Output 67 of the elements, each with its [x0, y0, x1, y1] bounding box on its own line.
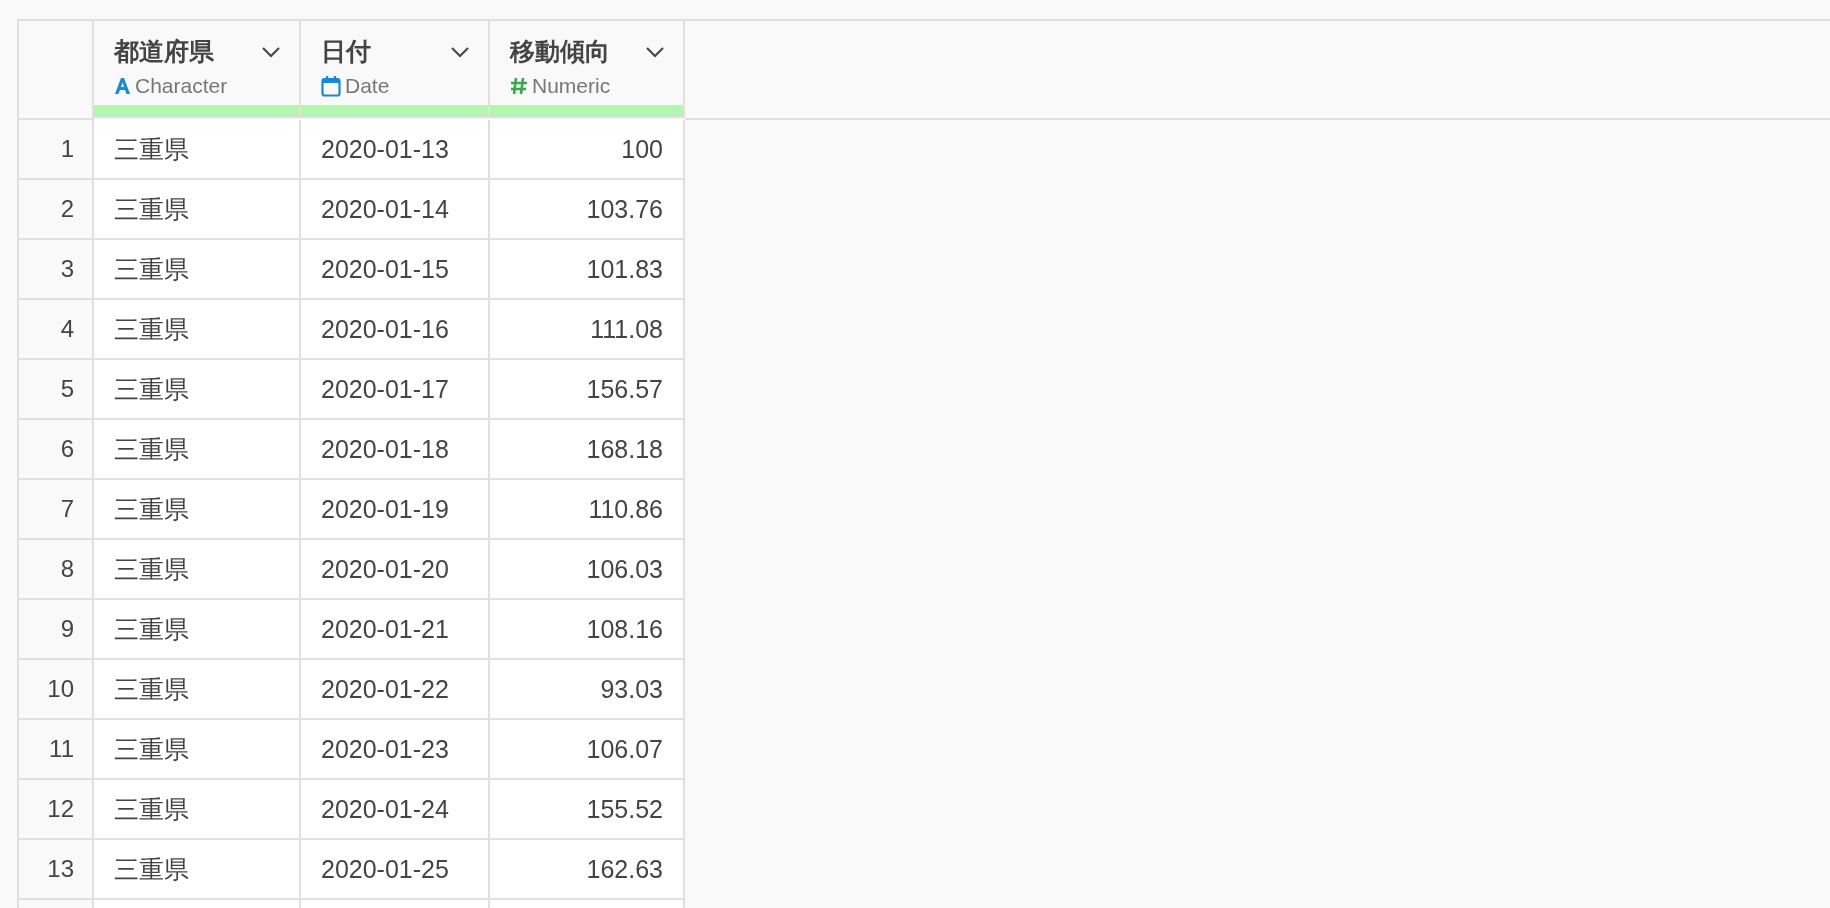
table-cell: 2020-01-18 [301, 420, 490, 480]
column-type-label: Date [345, 74, 390, 98]
column-header[interactable]: 都道府県 Character [94, 21, 301, 118]
table-cell: 101.83 [490, 240, 685, 300]
chevron-down-icon[interactable] [261, 45, 281, 58]
table-cell: 106.03 [490, 540, 685, 600]
table-cell: 三重県 [94, 720, 301, 780]
table-cell: 三重県 [94, 780, 301, 840]
table-cell: 103.76 [490, 180, 685, 240]
table-cell: 100 [490, 120, 685, 180]
row-number: 5 [17, 360, 94, 420]
table-cell: 162.63 [490, 840, 685, 900]
row-number: 3 [17, 240, 94, 300]
table-cell: 2020-01-16 [301, 300, 490, 360]
table-cell: 2020-01-23 [301, 720, 490, 780]
row-number: 2 [17, 180, 94, 240]
table-cell: 2020-01-20 [301, 540, 490, 600]
row-number: 8 [17, 540, 94, 600]
table-cell: 三重県 [94, 300, 301, 360]
table-cell: 2020-01-22 [301, 660, 490, 720]
chevron-down-icon[interactable] [645, 45, 665, 58]
table-cell: 三重県 [94, 660, 301, 720]
table-cell: 93.03 [490, 660, 685, 720]
table-cell: 三重県 [94, 360, 301, 420]
chevron-down-icon[interactable] [450, 45, 470, 58]
column-name: 日付 [321, 36, 371, 67]
table-cell: 三重県 [94, 240, 301, 300]
row-number: 4 [17, 300, 94, 360]
row-number: 12 [17, 780, 94, 840]
table-cell: 106.07 [490, 720, 685, 780]
table-cell: 156.57 [490, 360, 685, 420]
letter-a-icon [114, 77, 131, 95]
table-cell: 三重県 [94, 600, 301, 660]
table-cell: 三重県 [94, 840, 301, 900]
table-cell: 2020-01-13 [301, 120, 490, 180]
table-cell: 2020-01-24 [301, 780, 490, 840]
table-cell: 2020-01-19 [301, 480, 490, 540]
row-number: 13 [17, 840, 94, 900]
row-number: 10 [17, 660, 94, 720]
table-cell: 三重県 [94, 480, 301, 540]
table-cell: 三重県 [94, 120, 301, 180]
column-header[interactable]: 日付 Date [301, 21, 490, 118]
row-number: 11 [17, 720, 94, 780]
table-cell: 2020-01-14 [301, 180, 490, 240]
column-type-label: Character [135, 74, 228, 98]
table-cell: 三重県 [94, 540, 301, 600]
table-cell: 108.16 [490, 600, 685, 660]
row-number: 6 [17, 420, 94, 480]
row-number: 9 [17, 600, 94, 660]
table-cell: 2020-01-25 [301, 840, 490, 900]
table-cell: 168.18 [490, 420, 685, 480]
column-type-label: Numeric [532, 74, 611, 98]
table-cell: 2020-01-21 [301, 600, 490, 660]
table-cell: 110.86 [490, 480, 685, 540]
hash-icon [510, 77, 528, 95]
table-cell: 2020-01-17 [301, 360, 490, 420]
table-cell: 111.08 [490, 300, 685, 360]
row-number: 1 [17, 120, 94, 180]
table-cell: 三重県 [94, 180, 301, 240]
row-number: 7 [17, 480, 94, 540]
table-cell: 三重県 [94, 420, 301, 480]
table-cell: 155.52 [490, 780, 685, 840]
column-header[interactable]: 移動傾向 Numeric [490, 21, 685, 118]
table-cell: 2020-01-15 [301, 240, 490, 300]
column-name: 移動傾向 [510, 36, 610, 67]
calendar-icon [321, 75, 341, 97]
column-name: 都道府県 [114, 36, 214, 67]
